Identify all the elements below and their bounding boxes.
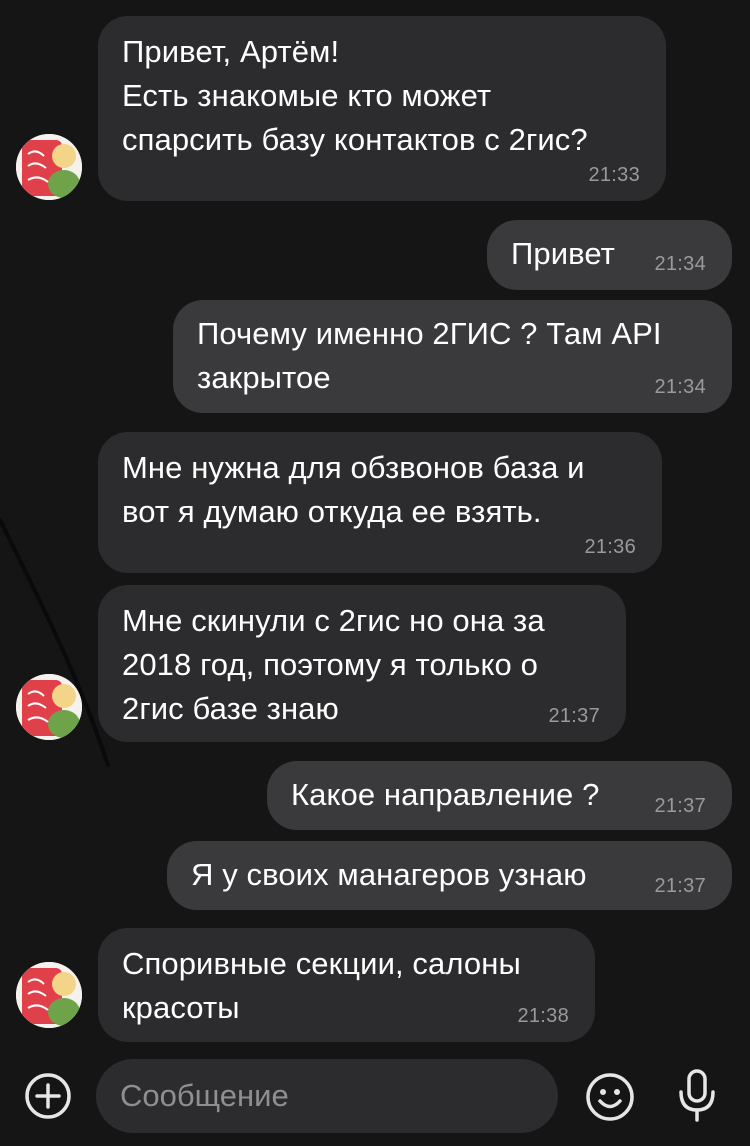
- message-text: Привет: [511, 236, 615, 271]
- message-time: 21:37: [654, 795, 706, 817]
- message-time: 21:34: [654, 376, 706, 398]
- message-time: 21:33: [588, 164, 640, 186]
- message-bubble-outgoing[interactable]: Я у своих манагеров узнаю 21:37: [167, 841, 732, 910]
- message-text: Мне скинули с 2гис но она за 2018 год, п…: [122, 603, 545, 726]
- message-bubble-outgoing[interactable]: Почему именно 2ГИС ? Там API закрытое 21…: [173, 300, 732, 413]
- message-text: Привет, Артём! Есть знакомые кто может с…: [122, 34, 588, 157]
- avatar[interactable]: [16, 962, 82, 1028]
- message-bubble-incoming[interactable]: Мне нужна для обзвонов база и вот я дума…: [98, 432, 662, 573]
- message-bubble-outgoing[interactable]: Привет 21:34: [487, 220, 732, 290]
- message-composer: Сообщение: [0, 1052, 750, 1146]
- message-time: 21:37: [548, 705, 600, 727]
- message-text: Я у своих манагеров узнаю: [191, 857, 587, 892]
- plus-circle-icon: [25, 1073, 71, 1119]
- message-time: 21:37: [654, 875, 706, 897]
- message-text: Почему именно 2ГИС ? Там API закрытое: [197, 316, 662, 395]
- add-attachment-button[interactable]: [24, 1072, 72, 1120]
- message-text: Споривные секции, салоны красоты: [122, 946, 521, 1025]
- message-bubble-incoming[interactable]: Привет, Артём! Есть знакомые кто может с…: [98, 16, 666, 201]
- message-time: 21:34: [654, 253, 706, 275]
- avatar-image-icon: [16, 134, 82, 200]
- message-text: Мне нужна для обзвонов база и вот я дума…: [122, 450, 585, 529]
- message-bubble-outgoing[interactable]: Какое направление ? 21:37: [267, 761, 732, 830]
- message-input-placeholder: Сообщение: [120, 1078, 289, 1113]
- message-bubble-incoming[interactable]: Споривные секции, салоны красоты 21:38: [98, 928, 595, 1042]
- emoji-icon: [586, 1073, 634, 1121]
- emoji-button[interactable]: [585, 1072, 635, 1122]
- message-time: 21:36: [584, 536, 636, 558]
- message-input[interactable]: Сообщение: [96, 1059, 558, 1133]
- avatar[interactable]: [16, 134, 82, 200]
- microphone-icon: [679, 1069, 715, 1122]
- message-text: Какое направление ?: [291, 777, 600, 812]
- message-bubble-incoming[interactable]: Мне скинули с 2гис но она за 2018 год, п…: [98, 585, 626, 742]
- voice-message-button[interactable]: [674, 1068, 720, 1124]
- avatar[interactable]: [16, 674, 82, 740]
- avatar-image-icon: [16, 962, 82, 1028]
- message-time: 21:38: [517, 1005, 569, 1027]
- chat-screen: Привет, Артём! Есть знакомые кто может с…: [0, 0, 750, 1146]
- avatar-image-icon: [16, 674, 82, 740]
